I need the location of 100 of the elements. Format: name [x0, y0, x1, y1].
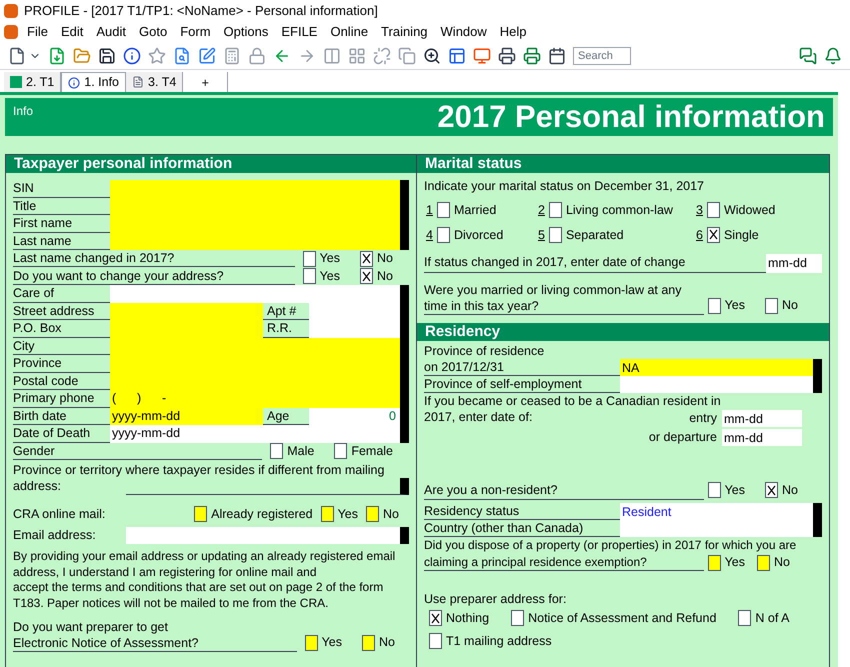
copy-icon[interactable]	[398, 46, 416, 64]
field-label: Residency status	[424, 503, 620, 520]
checkbox[interactable]	[304, 634, 318, 651]
option-label: Yes	[724, 297, 746, 314]
calendar-icon[interactable]	[548, 46, 566, 64]
checkbox[interactable]	[765, 298, 778, 314]
page-title: 2017 Personal information	[437, 98, 825, 135]
checkbox[interactable]	[706, 226, 720, 243]
checkbox[interactable]	[548, 226, 562, 243]
date-input[interactable]: mm-dd	[766, 254, 822, 272]
checkbox[interactable]	[708, 482, 721, 498]
save-icon[interactable]	[98, 46, 116, 64]
printer-icon[interactable]	[523, 46, 541, 64]
option-label: Yes	[724, 482, 746, 499]
input-field[interactable]	[110, 180, 409, 198]
columns-icon[interactable]	[323, 46, 341, 64]
menu-item[interactable]: Help	[500, 22, 527, 42]
checkbox[interactable]	[436, 226, 450, 243]
calculator-icon[interactable]	[223, 46, 241, 64]
checkbox[interactable]	[360, 268, 374, 284]
input-field[interactable]: 0	[309, 408, 409, 425]
menu-item[interactable]: Window	[440, 22, 487, 42]
printer-icon[interactable]	[498, 46, 516, 64]
menu-item[interactable]: Edit	[60, 22, 84, 42]
question-label: 2017, enter date of:	[424, 409, 532, 425]
chat-icon[interactable]	[799, 46, 817, 64]
checkbox[interactable]	[548, 202, 562, 218]
input-field[interactable]	[309, 320, 409, 338]
checkbox[interactable]	[708, 298, 721, 314]
search-field[interactable]: Search	[573, 46, 631, 64]
dropdown-field[interactable]	[620, 520, 822, 538]
lock-icon[interactable]	[248, 46, 266, 64]
field-label: Province of self-employment	[424, 376, 620, 393]
dropdown-field[interactable]: Resident	[620, 503, 822, 520]
import-icon[interactable]	[48, 46, 66, 64]
input-field[interactable]	[110, 285, 409, 302]
checkbox[interactable]	[738, 610, 752, 626]
date-input[interactable]: mm-dd	[722, 410, 802, 427]
menu-item[interactable]: Form	[180, 22, 211, 42]
section-header: Marital status	[417, 155, 829, 173]
tab[interactable]: 3. T4	[126, 72, 184, 92]
checkbox[interactable]	[270, 443, 284, 460]
checkbox[interactable]	[360, 250, 374, 267]
checkbox[interactable]	[366, 506, 380, 522]
bell-icon[interactable]	[824, 46, 842, 64]
checkbox[interactable]	[334, 443, 348, 460]
checkbox[interactable]	[511, 610, 524, 626]
document-icon	[132, 76, 144, 88]
option-number: 3	[696, 202, 703, 219]
intro-text: Indicate your marital status on December 31, 2017	[424, 178, 706, 195]
menu-item[interactable]: Options	[224, 22, 268, 42]
panels-icon[interactable]	[448, 46, 466, 64]
menu-item[interactable]: Audit	[96, 22, 126, 42]
check-x-icon	[767, 484, 776, 496]
app-logo-icon	[4, 4, 18, 18]
t1-icon	[10, 76, 22, 88]
option-number: 1	[426, 202, 433, 219]
unlink-icon[interactable]	[373, 46, 391, 64]
dropdown-field[interactable]: NA	[620, 359, 822, 376]
question-label: claiming a principal residence exemption?	[424, 554, 704, 572]
checkbox[interactable]	[436, 202, 450, 218]
checkbox[interactable]	[320, 506, 334, 522]
menu-item[interactable]: Online	[330, 22, 368, 42]
menu-item[interactable]: Training	[381, 22, 428, 42]
grid-icon[interactable]	[348, 46, 366, 64]
input-field[interactable]: ( ) -	[110, 390, 409, 408]
checkbox[interactable]	[429, 632, 442, 649]
input-field[interactable]	[110, 302, 263, 320]
menu-item[interactable]: File	[27, 22, 48, 42]
checkbox[interactable]	[429, 610, 442, 626]
monitor-icon[interactable]	[473, 46, 491, 64]
zoom-icon[interactable]	[423, 46, 441, 64]
menu-item[interactable]: Goto	[139, 22, 168, 42]
date-input[interactable]: mm-dd	[722, 428, 802, 446]
input-field[interactable]: yyyy-mm-dd	[110, 425, 409, 442]
option-label: Yes	[320, 268, 340, 285]
tab[interactable]: 2. T1	[4, 72, 62, 92]
checkbox[interactable]	[302, 250, 316, 267]
preview-icon[interactable]	[173, 46, 191, 64]
option-label: T1 mailing address	[446, 632, 552, 650]
edit-icon[interactable]	[198, 46, 216, 64]
star-icon[interactable]	[148, 46, 166, 64]
checkbox[interactable]	[362, 634, 376, 651]
dropdown-field[interactable]	[620, 376, 822, 393]
tab[interactable]: 1. Info	[61, 72, 126, 92]
checkbox[interactable]	[708, 554, 721, 571]
menu-item[interactable]: EFILE	[281, 22, 318, 42]
checkbox[interactable]	[302, 268, 316, 284]
folder-icon[interactable]	[73, 46, 91, 64]
input-field[interactable]: yyyy-mm-dd	[110, 408, 263, 425]
email-input[interactable]	[126, 526, 409, 544]
input-field[interactable]	[110, 232, 409, 250]
checkbox[interactable]	[194, 506, 208, 522]
option-label: N of A	[755, 610, 790, 627]
checkbox[interactable]	[765, 482, 778, 498]
checkbox[interactable]	[757, 554, 770, 571]
new-document-icon[interactable]	[8, 46, 26, 64]
checkbox[interactable]	[706, 202, 720, 218]
option-label: No	[377, 268, 393, 285]
info-icon[interactable]	[123, 46, 141, 64]
